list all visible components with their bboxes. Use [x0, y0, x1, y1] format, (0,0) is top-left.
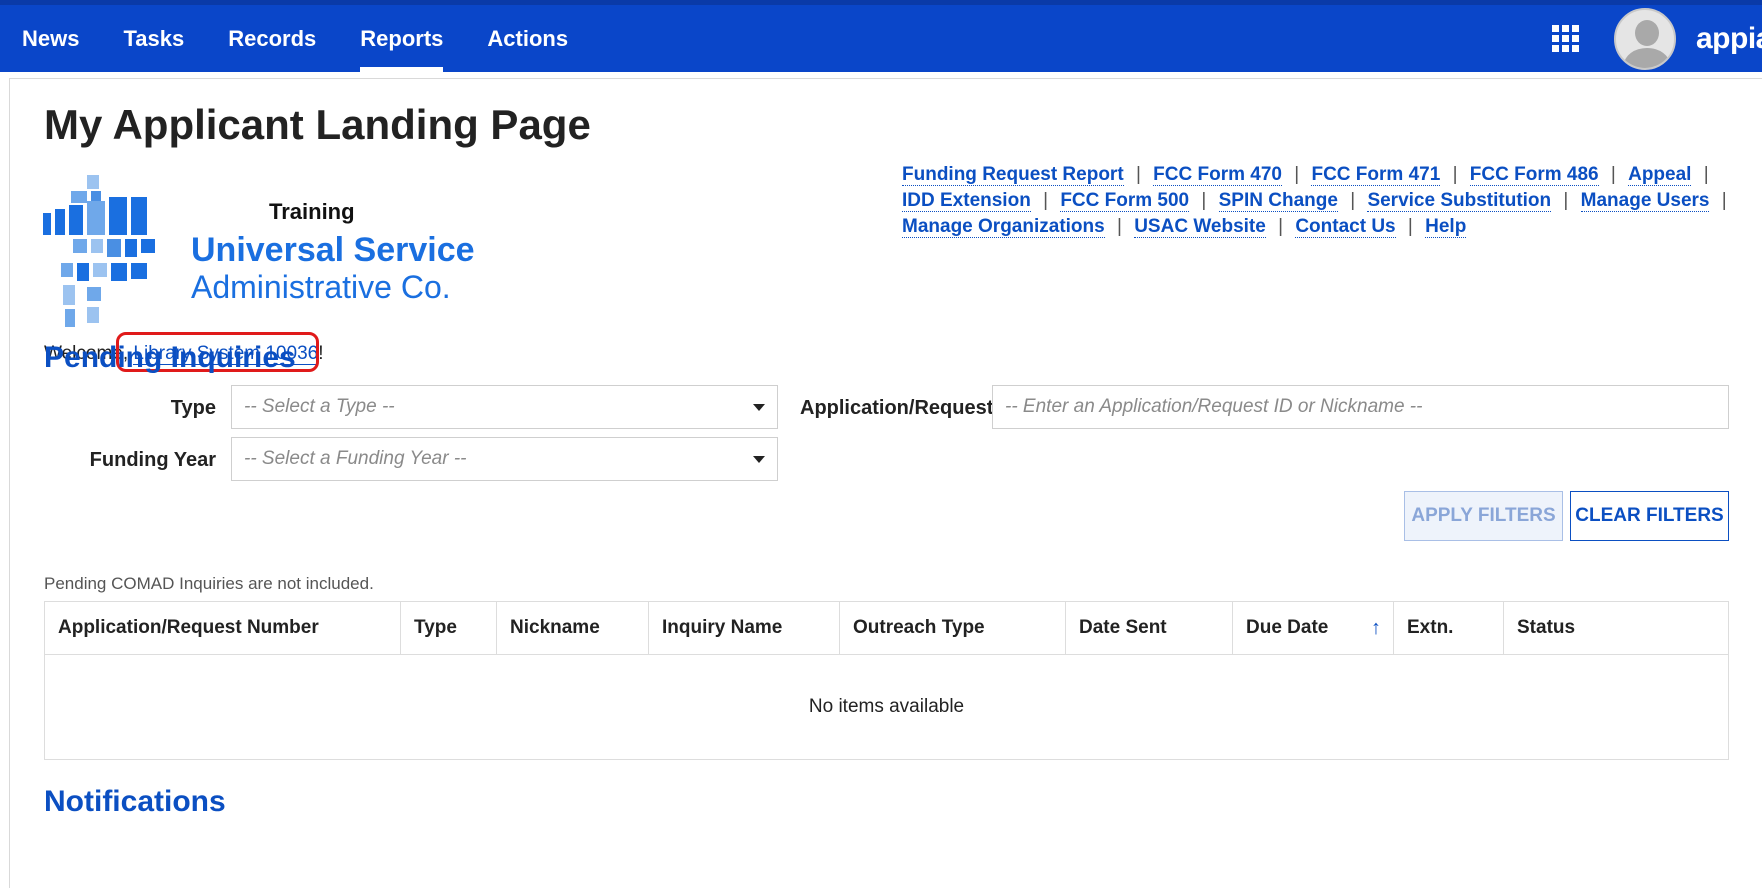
topbar-right: appian — [1552, 5, 1762, 72]
quick-link-fcc-form-470[interactable]: FCC Form 470 — [1153, 164, 1282, 186]
quick-link-separator: | — [1610, 164, 1616, 185]
nav-tab-actions[interactable]: Actions — [465, 5, 590, 72]
quick-links: Funding Request Report | FCC Form 470 | … — [902, 162, 1742, 240]
quick-link-spin-change[interactable]: SPIN Change — [1218, 190, 1338, 212]
logo-text-line2: Administrative Co. — [191, 269, 451, 305]
welcome-suffix: ! — [318, 343, 324, 364]
column-due-date[interactable]: Due Date ↑ — [1233, 602, 1394, 654]
quick-link-separator: | — [1116, 216, 1122, 237]
page-title: My Applicant Landing Page — [44, 101, 591, 148]
quick-link-fcc-form-486[interactable]: FCC Form 486 — [1469, 164, 1599, 186]
nav-tab-tasks[interactable]: Tasks — [101, 5, 206, 72]
comad-note: Pending COMAD Inquiries are not included… — [44, 574, 374, 593]
apply-filters-button[interactable]: APPLY FILTERS — [1404, 491, 1563, 541]
quick-link-service-substitution[interactable]: Service Substitution — [1367, 190, 1552, 212]
quick-link-fcc-form-500[interactable]: FCC Form 500 — [1060, 190, 1190, 212]
pending-inquiries-heading: Pending Inquiries — [44, 341, 296, 374]
nav-tab-records[interactable]: Records — [206, 5, 338, 72]
quick-link-usac-website[interactable]: USAC Website — [1134, 216, 1266, 238]
type-select-value: -- Select a Type -- — [244, 396, 395, 417]
quick-link-separator: | — [1563, 190, 1569, 211]
nav-tab-reports[interactable]: Reports — [338, 5, 465, 72]
application-request-label: Application/Request — [800, 397, 994, 419]
main-content: My Applicant Landing Page Training Unive… — [9, 78, 1762, 888]
chevron-down-icon — [753, 456, 765, 463]
funding-year-label: Funding Year — [89, 449, 216, 471]
quick-link-separator: | — [1721, 190, 1727, 211]
grid-header-row: Application/Request Number Type Nickname… — [45, 602, 1728, 655]
column-nickname[interactable]: Nickname — [497, 602, 649, 654]
column-type[interactable]: Type — [401, 602, 497, 654]
quick-link-separator: | — [1407, 216, 1413, 237]
quick-link-separator: | — [1452, 164, 1458, 185]
quick-link-separator: | — [1703, 164, 1709, 185]
quick-link-separator: | — [1043, 190, 1049, 211]
column-application-request-number[interactable]: Application/Request Number — [45, 602, 401, 654]
column-outreach-type[interactable]: Outreach Type — [840, 602, 1066, 654]
quick-link-separator: | — [1201, 190, 1207, 211]
quick-link-separator: | — [1278, 216, 1284, 237]
usac-logo: Training Universal Service Administrativ… — [43, 169, 503, 329]
app-launcher-grid-icon[interactable] — [1552, 24, 1580, 53]
nav-tab-news[interactable]: News — [0, 5, 101, 72]
quick-link-separator: | — [1350, 190, 1356, 211]
quick-link-idd-extension[interactable]: IDD Extension — [902, 190, 1031, 212]
type-label: Type — [170, 397, 216, 419]
column-due-date-label: Due Date — [1246, 617, 1329, 638]
usac-logo-mark-icon — [43, 175, 155, 327]
main-nav: News Tasks Records Reports Actions — [0, 5, 590, 72]
quick-link-fcc-form-471[interactable]: FCC Form 471 — [1311, 164, 1441, 186]
column-status[interactable]: Status — [1504, 602, 1728, 654]
application-request-input[interactable] — [992, 385, 1729, 429]
quick-link-contact-us[interactable]: Contact Us — [1295, 216, 1396, 238]
column-inquiry-name[interactable]: Inquiry Name — [649, 602, 840, 654]
notifications-heading: Notifications — [44, 785, 226, 818]
user-avatar[interactable] — [1614, 7, 1676, 70]
pending-inquiries-grid: Application/Request Number Type Nickname… — [44, 601, 1729, 760]
column-date-sent[interactable]: Date Sent — [1066, 602, 1233, 654]
sort-ascending-icon[interactable]: ↑ — [1371, 617, 1381, 640]
quick-link-appeal[interactable]: Appeal — [1628, 164, 1692, 186]
type-select[interactable]: -- Select a Type -- — [231, 385, 778, 429]
quick-link-funding-request-report[interactable]: Funding Request Report — [902, 164, 1124, 186]
funding-year-select[interactable]: -- Select a Funding Year -- — [231, 437, 778, 481]
quick-link-separator: | — [1135, 164, 1141, 185]
appian-logo: appian — [1696, 21, 1762, 55]
quick-link-manage-organizations[interactable]: Manage Organizations — [902, 216, 1105, 238]
grid-empty-message: No items available — [808, 696, 965, 717]
logo-text-line1: Universal Service — [191, 231, 475, 269]
quick-link-separator: | — [1294, 164, 1300, 185]
quick-link-help[interactable]: Help — [1425, 216, 1467, 238]
training-badge: Training — [269, 199, 355, 224]
quick-link-manage-users[interactable]: Manage Users — [1580, 190, 1710, 212]
column-extn[interactable]: Extn. — [1394, 602, 1504, 654]
chevron-down-icon — [753, 404, 765, 411]
clear-filters-button[interactable]: CLEAR FILTERS — [1570, 491, 1729, 541]
top-navigation-bar: News Tasks Records Reports Actions appia… — [0, 0, 1762, 72]
funding-year-select-value: -- Select a Funding Year -- — [244, 448, 467, 469]
